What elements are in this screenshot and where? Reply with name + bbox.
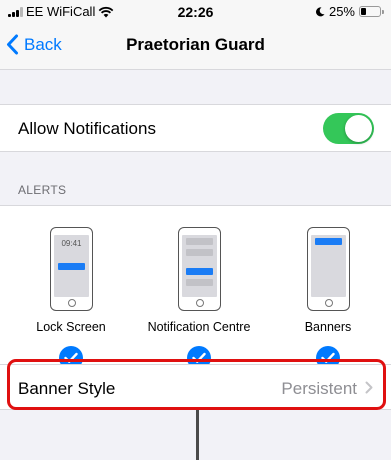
alert-option-label: Notification Centre — [147, 320, 251, 334]
banners-phone-icon — [307, 227, 350, 311]
lock-screen-preview-time: 09:41 — [61, 239, 82, 248]
navigation-bar: Back Praetorian Guard — [0, 22, 391, 70]
alert-option-lock-screen[interactable]: 09:41 Lock Screen — [6, 206, 136, 370]
battery-icon — [359, 6, 384, 17]
banner-style-label: Banner Style — [18, 379, 116, 398]
settings-screen: EE WiFiCall 22:26 25% Back Praetorian Gu… — [0, 0, 391, 460]
allow-notifications-group: Allow Notifications — [0, 104, 391, 152]
alert-option-label: Banners — [304, 320, 352, 334]
alert-option-notification-centre[interactable]: Notification Centre — [134, 206, 264, 370]
alerts-group: 09:41 Lock Screen Notification Centre Ba… — [0, 205, 391, 370]
alerts-section-header: ALERTS — [18, 183, 67, 197]
do-not-disturb-moon-icon — [315, 6, 325, 16]
allow-notifications-row: Allow Notifications — [0, 105, 391, 151]
alert-option-label: Lock Screen — [36, 320, 106, 334]
banner-style-row[interactable]: Banner Style Persistent — [0, 365, 391, 411]
lock-screen-phone-icon: 09:41 — [50, 227, 93, 311]
page-title: Praetorian Guard — [126, 35, 265, 54]
notification-centre-phone-icon — [178, 227, 221, 311]
chevron-right-icon — [365, 381, 373, 394]
banner-style-group: Banner Style Persistent — [0, 364, 391, 410]
battery-percent: 25% — [328, 4, 355, 19]
pointer-indicator — [196, 410, 199, 460]
alert-option-banners[interactable]: Banners — [263, 206, 391, 370]
banner-style-value: Persistent — [281, 379, 357, 398]
status-bar: EE WiFiCall 22:26 25% — [0, 0, 391, 22]
allow-notifications-toggle[interactable] — [323, 113, 374, 144]
allow-notifications-label: Allow Notifications — [18, 119, 156, 138]
